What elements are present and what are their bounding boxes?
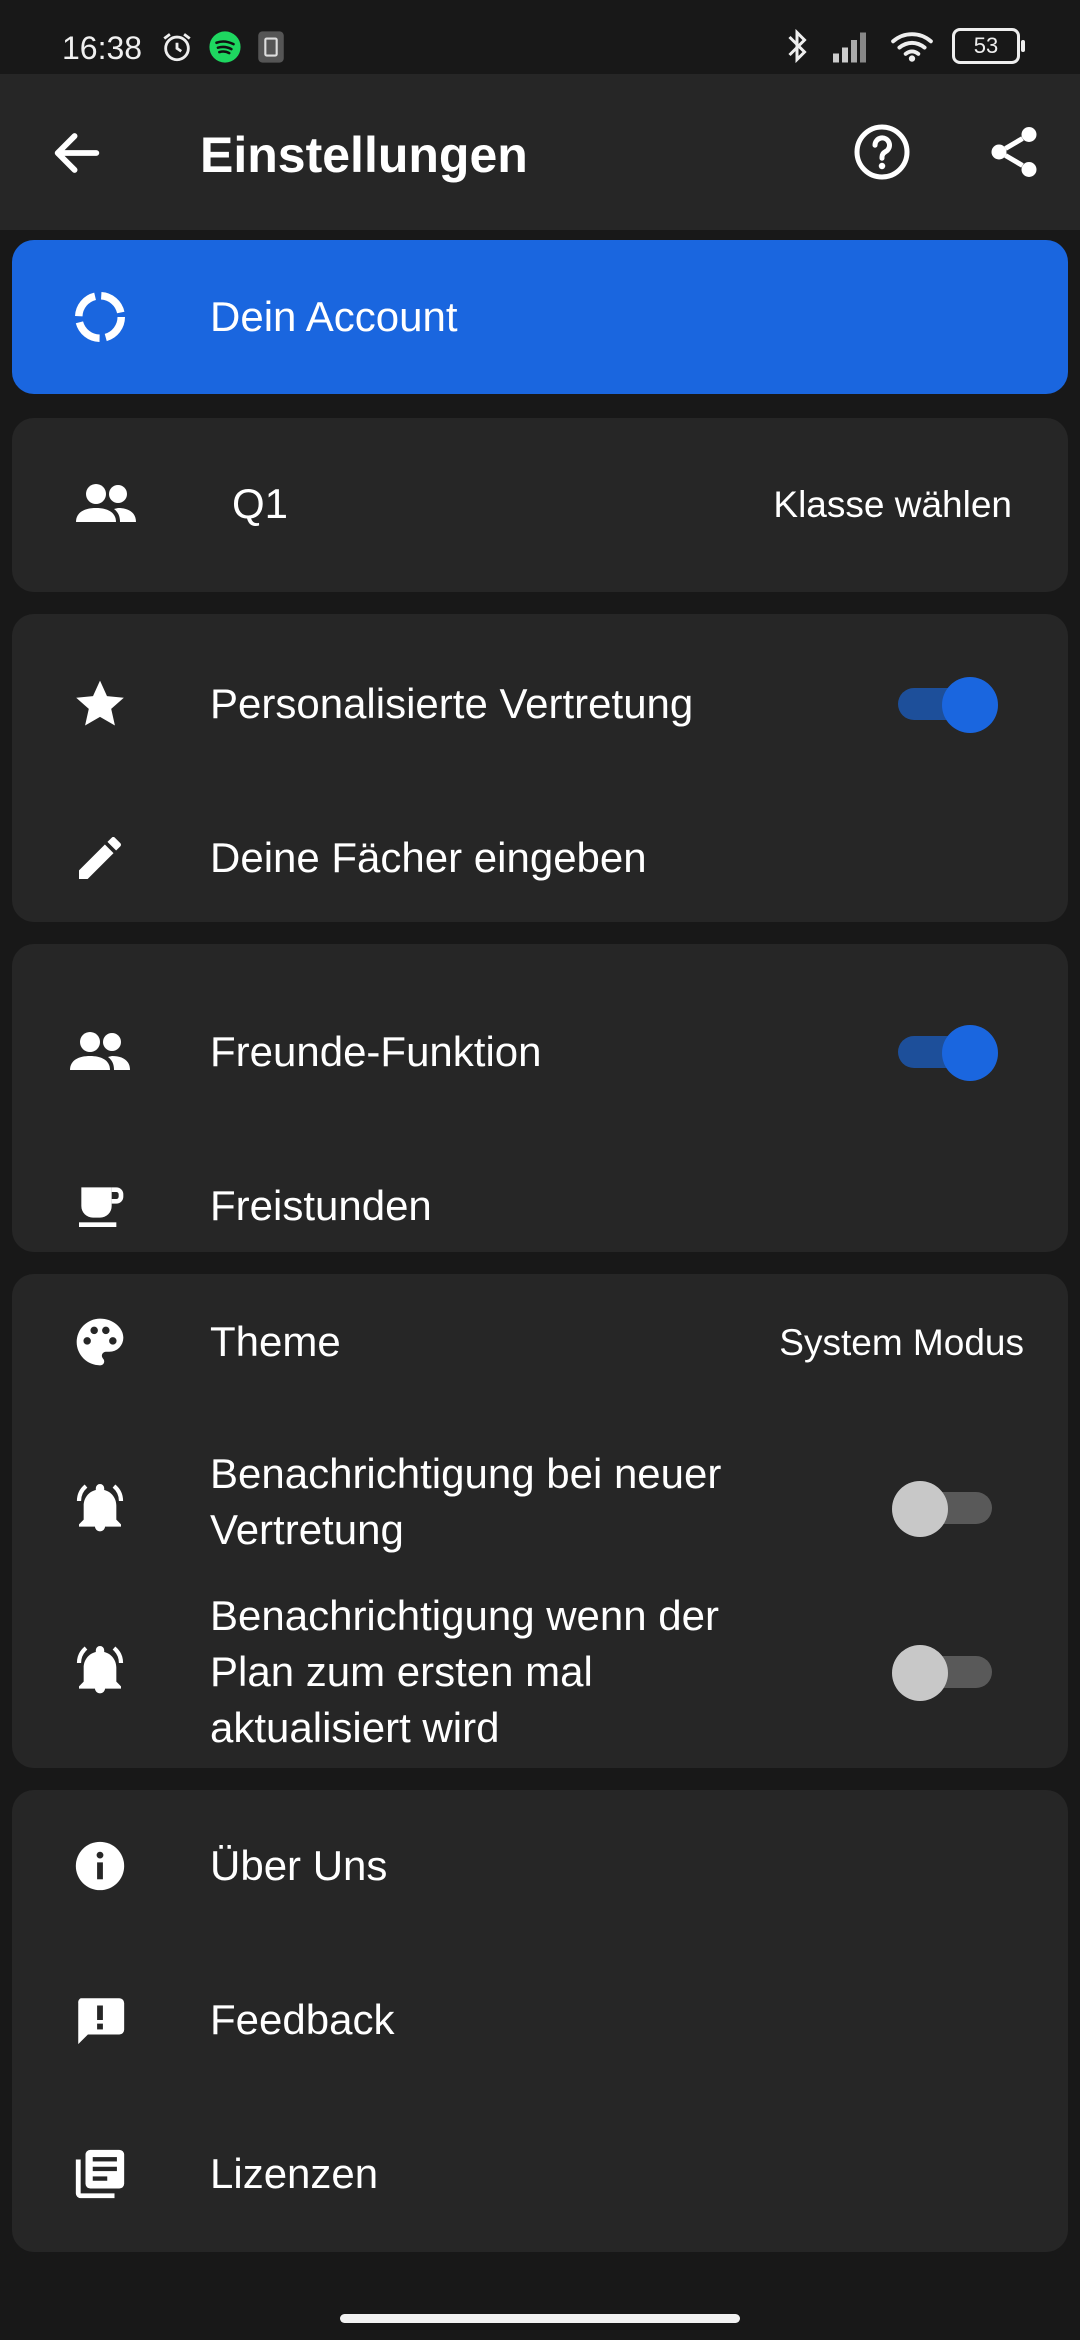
account-ring-icon: [58, 285, 142, 349]
feedback-label: Feedback: [210, 1996, 395, 2043]
theme-label: Theme: [210, 1318, 341, 1365]
coffee-icon: [58, 1174, 142, 1238]
status-bar: 16:38 53: [0, 0, 1080, 74]
personalized-substitution-item[interactable]: Personalisierte Vertretung: [12, 672, 1068, 736]
arrow-left-icon[interactable]: [48, 124, 106, 182]
friends-card: Freunde-Funktion Freistunden: [12, 944, 1068, 1252]
notify-plan-updated-toggle[interactable]: [892, 1642, 998, 1701]
notify-new-substitution-toggle[interactable]: [892, 1478, 998, 1537]
licenses-label: Lizenzen: [210, 2150, 379, 2197]
enter-subjects-item[interactable]: Deine Fächer eingeben: [12, 826, 1068, 890]
battery-icon: 53: [952, 28, 1025, 64]
sim-icon: [258, 31, 284, 63]
notify-plan-updated-item[interactable]: Benachrichtigung wenn der Plan zum erste…: [12, 1588, 1068, 1758]
help-circle-icon[interactable]: [852, 122, 912, 182]
star-icon: [58, 672, 142, 736]
account-card[interactable]: Dein Account: [12, 240, 1068, 394]
palette-icon: [58, 1310, 142, 1374]
spotify-icon: [209, 31, 241, 63]
theme-card: Theme System Modus Benachrichtigung bei …: [12, 1274, 1068, 1768]
theme-value: System Modus: [779, 1322, 1024, 1363]
library-books-icon: [58, 2142, 142, 2206]
licenses-item[interactable]: Lizenzen: [12, 2142, 1068, 2206]
feedback-item[interactable]: Feedback: [12, 1988, 1068, 2052]
page-title: Einstellungen: [200, 127, 528, 183]
feedback-icon: [58, 1988, 142, 2052]
signal-icon: [833, 32, 866, 63]
friends-function-item[interactable]: Freunde-Funktion: [12, 1020, 1068, 1084]
class-value: Q1: [232, 480, 289, 527]
free-periods-label: Freistunden: [210, 1182, 432, 1229]
notify-plan-updated-label: Benachrichtigung wenn der Plan zum erste…: [210, 1592, 720, 1751]
info-card: Über Uns Feedback Lizenzen: [12, 1790, 1068, 2252]
class-select-button[interactable]: Klasse wählen: [773, 484, 1012, 526]
app-bar: Einstellungen: [0, 74, 1080, 230]
status-time: 16:38: [62, 30, 143, 66]
personalized-substitution-toggle[interactable]: [898, 674, 998, 733]
theme-item[interactable]: Theme System Modus: [12, 1310, 1068, 1374]
enter-subjects-label: Deine Fächer eingeben: [210, 834, 647, 881]
status-icons-right: 53: [782, 28, 1025, 64]
bell-alert-icon: [58, 1638, 142, 1702]
class-card[interactable]: Q1 Klasse wählen: [12, 418, 1068, 592]
info-icon: [58, 1834, 142, 1898]
pencil-icon: [58, 826, 142, 890]
about-us-label: Über Uns: [210, 1842, 388, 1889]
friends-function-label: Freunde-Funktion: [210, 1028, 542, 1075]
notify-new-substitution-item[interactable]: Benachrichtigung bei neuer Vertretung: [12, 1446, 1068, 1566]
home-indicator[interactable]: [340, 2314, 740, 2323]
about-us-item[interactable]: Über Uns: [12, 1834, 1068, 1898]
bluetooth-icon: [788, 28, 807, 64]
personal-card: Personalisierte Vertretung Deine Fächer …: [12, 614, 1068, 922]
account-label: Dein Account: [210, 293, 458, 340]
bell-alert-icon: [58, 1476, 142, 1540]
share-icon[interactable]: [984, 122, 1044, 182]
personalized-substitution-label: Personalisierte Vertretung: [210, 680, 694, 727]
status-icons-left: [160, 30, 286, 64]
notify-new-substitution-label: Benachrichtigung bei neuer Vertretung: [210, 1450, 722, 1553]
wifi-icon: [891, 32, 933, 62]
friends-function-toggle[interactable]: [898, 1022, 998, 1081]
group-icon: [64, 472, 148, 536]
alarm-icon: [163, 33, 191, 62]
free-periods-item[interactable]: Freistunden: [12, 1174, 1068, 1238]
group-icon: [58, 1020, 142, 1084]
